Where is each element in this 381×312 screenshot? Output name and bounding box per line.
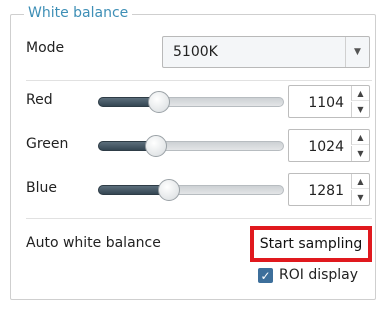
mode-label: Mode <box>26 40 65 56</box>
blue-label: Blue <box>26 180 57 196</box>
red-value[interactable]: 1104 <box>295 95 344 111</box>
divider <box>26 80 372 81</box>
chevron-down-icon[interactable]: ▼ <box>351 190 369 205</box>
chevron-down-icon[interactable]: ▼ <box>351 146 369 161</box>
blue-spinbox[interactable]: 1281 ▲ ▼ <box>288 173 370 206</box>
blue-slider-thumb[interactable] <box>158 179 180 201</box>
green-value[interactable]: 1024 <box>295 139 344 155</box>
chevron-up-icon[interactable]: ▲ <box>351 174 369 189</box>
start-sampling-button[interactable]: Start sampling <box>250 226 372 262</box>
chevron-down-icon[interactable]: ▼ <box>351 102 369 117</box>
check-icon: ✓ <box>260 268 271 283</box>
mode-combobox[interactable]: 5100K ▼ <box>162 36 370 68</box>
red-slider-thumb[interactable] <box>148 91 170 113</box>
chevron-up-icon[interactable]: ▲ <box>351 130 369 145</box>
mode-value: 5100K <box>173 44 218 60</box>
roi-display-checkbox[interactable]: ✓ <box>258 268 273 283</box>
red-spinbox[interactable]: 1104 ▲ ▼ <box>288 85 370 118</box>
green-slider-thumb[interactable] <box>145 135 167 157</box>
roi-display-label[interactable]: ROI display <box>279 267 358 283</box>
green-spinbox[interactable]: 1024 ▲ ▼ <box>288 129 370 162</box>
red-label: Red <box>26 92 53 108</box>
dropdown-arrow-icon[interactable]: ▼ <box>345 37 369 67</box>
auto-white-balance-label: Auto white balance <box>26 235 161 251</box>
chevron-up-icon[interactable]: ▲ <box>351 86 369 101</box>
divider <box>26 218 372 219</box>
green-label: Green <box>26 136 69 152</box>
blue-value[interactable]: 1281 <box>295 183 344 199</box>
group-title: White balance <box>24 4 133 22</box>
